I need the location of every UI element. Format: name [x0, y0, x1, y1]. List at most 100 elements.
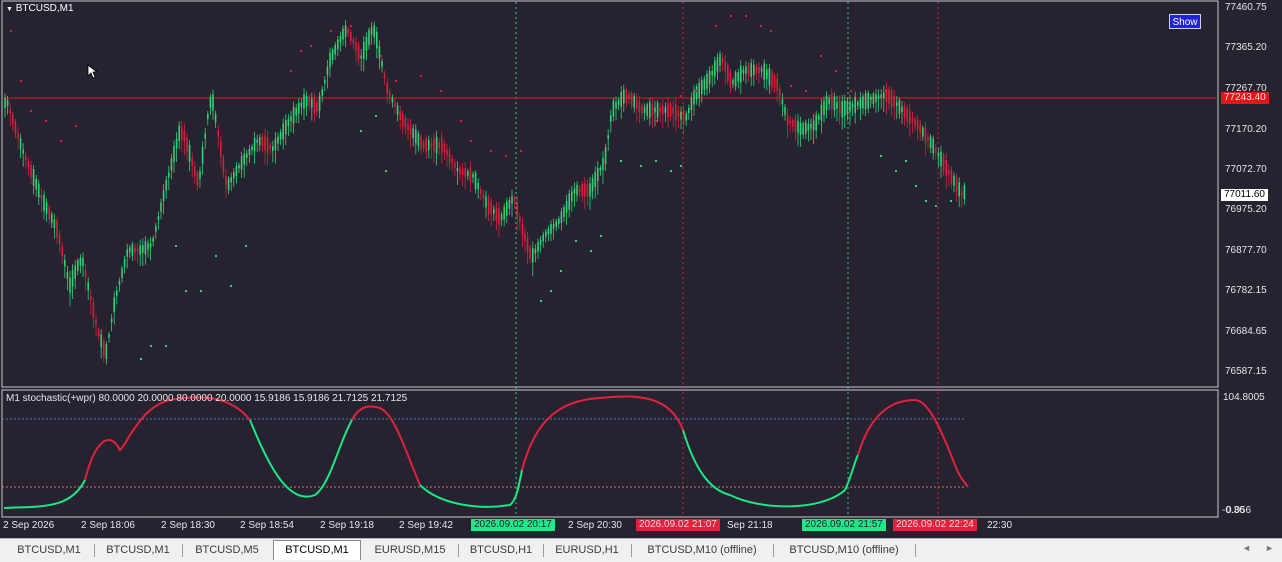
candle-body [22, 149, 24, 154]
candle-body [194, 165, 196, 176]
candle-body [524, 233, 526, 241]
candle-body [420, 136, 422, 150]
candle-body [469, 166, 472, 182]
vline-date-tag-green: 2026.09.02 21:57 [802, 519, 886, 531]
candle-body [45, 202, 48, 214]
candle-body [84, 270, 87, 278]
candle-body [607, 135, 609, 139]
chevron-left-icon[interactable]: ◄ [1242, 543, 1251, 553]
stop-dot-green [620, 160, 622, 162]
candle-body [781, 99, 784, 104]
stop-dot-red [440, 90, 442, 92]
candle-body [615, 102, 617, 109]
candle-body [680, 111, 682, 120]
chart-tab[interactable]: EURUSD,M15 [364, 541, 456, 559]
candle-body [409, 125, 412, 135]
candle-body [326, 66, 329, 75]
stop-dot-green [550, 290, 552, 292]
chevron-right-icon[interactable]: ► [1265, 543, 1274, 553]
chart-tab-active[interactable]: BTCUSD,M1 [273, 540, 361, 560]
price-axis-label: 76782.15 [1225, 285, 1267, 296]
candle-body [857, 102, 859, 106]
candle-body [311, 99, 313, 108]
chart-tab[interactable]: EURUSD,H1 [545, 541, 629, 559]
candle-body [292, 107, 295, 124]
candle-body [519, 216, 521, 223]
candle-body [851, 104, 854, 108]
candle-body [685, 113, 687, 121]
stop-dot-red [380, 55, 382, 57]
candle-body [810, 124, 812, 129]
chart-tab[interactable]: BTCUSD,M1 [6, 541, 92, 559]
candle-body [17, 132, 19, 139]
time-axis-label: 2 Sep 19:42 [399, 520, 453, 531]
candle-body [664, 107, 667, 113]
time-axis-label: 2 Sep 20:30 [568, 520, 622, 531]
stop-dot-green [245, 245, 247, 247]
candle-body [880, 94, 882, 99]
candle-body [651, 103, 654, 117]
candle-body [386, 82, 388, 94]
candle-body [597, 168, 599, 181]
candle-body [695, 86, 698, 100]
candle-body [506, 201, 508, 216]
candle-body [66, 271, 69, 279]
candle-body [300, 102, 303, 108]
stochastic-line [521, 395, 684, 471]
candle-body [599, 167, 602, 171]
candle-body [742, 69, 745, 74]
chart-tab[interactable]: BTCUSD,H1 [460, 541, 542, 559]
candle-body [126, 249, 128, 257]
price-axis-label: 77170.20 [1225, 124, 1267, 135]
candle-body [412, 128, 414, 139]
candle-body [441, 137, 443, 153]
collapse-triangle-icon[interactable]: ▼ [6, 6, 13, 13]
candle-body [152, 237, 154, 242]
tab-divider [94, 544, 95, 557]
candle-body [916, 119, 919, 131]
candle-body [526, 237, 529, 253]
candle-body [92, 302, 95, 318]
chart-tab[interactable]: BTCUSD,M10 (offline) [775, 541, 913, 559]
tab-divider [915, 544, 916, 557]
candle-body [935, 147, 937, 153]
chart-tab[interactable]: BTCUSD,M5 [184, 541, 270, 559]
candle-body [591, 178, 594, 192]
candle-body [737, 72, 739, 82]
stop-dot-red [20, 80, 22, 82]
candle-body [763, 63, 765, 80]
tab-divider [631, 544, 632, 557]
candle-body [149, 243, 152, 248]
candle-body [740, 66, 742, 83]
chart-tab[interactable]: BTCUSD,M10 (offline) [633, 541, 771, 559]
price-chart[interactable] [0, 0, 1282, 538]
candle-body [461, 168, 464, 175]
candle-body [243, 153, 245, 165]
candle-body [602, 158, 604, 170]
stop-dot-red [300, 50, 302, 52]
show-button[interactable]: Show [1169, 14, 1201, 29]
candle-body [443, 143, 446, 153]
candle-body [61, 246, 63, 256]
chart-window[interactable]: ▼ BTCUSD,M1 Show M1 stochastic(+wpr) 80.… [0, 0, 1282, 538]
stop-dot-red [350, 25, 352, 27]
candle-body [308, 97, 310, 106]
price-axis-label: 76877.70 [1225, 245, 1267, 256]
candle-body [129, 247, 131, 253]
candle-body [238, 165, 240, 169]
candle-body [649, 101, 651, 119]
stop-dot-green [230, 285, 232, 287]
stop-dot-green [560, 270, 562, 272]
candle-body [482, 194, 485, 199]
candle-body [40, 194, 43, 199]
indicator-axis-top: 104.8005 [1223, 392, 1265, 403]
stop-dot-green [175, 245, 177, 247]
chart-tab[interactable]: BTCUSD,M1 [96, 541, 180, 559]
candle-body [266, 136, 269, 154]
candle-body [789, 120, 791, 124]
candle-body [97, 329, 100, 337]
candle-body [516, 202, 518, 217]
stop-dot-green [215, 255, 217, 257]
stop-dot-green [670, 170, 672, 172]
stop-dot-red [790, 85, 792, 87]
